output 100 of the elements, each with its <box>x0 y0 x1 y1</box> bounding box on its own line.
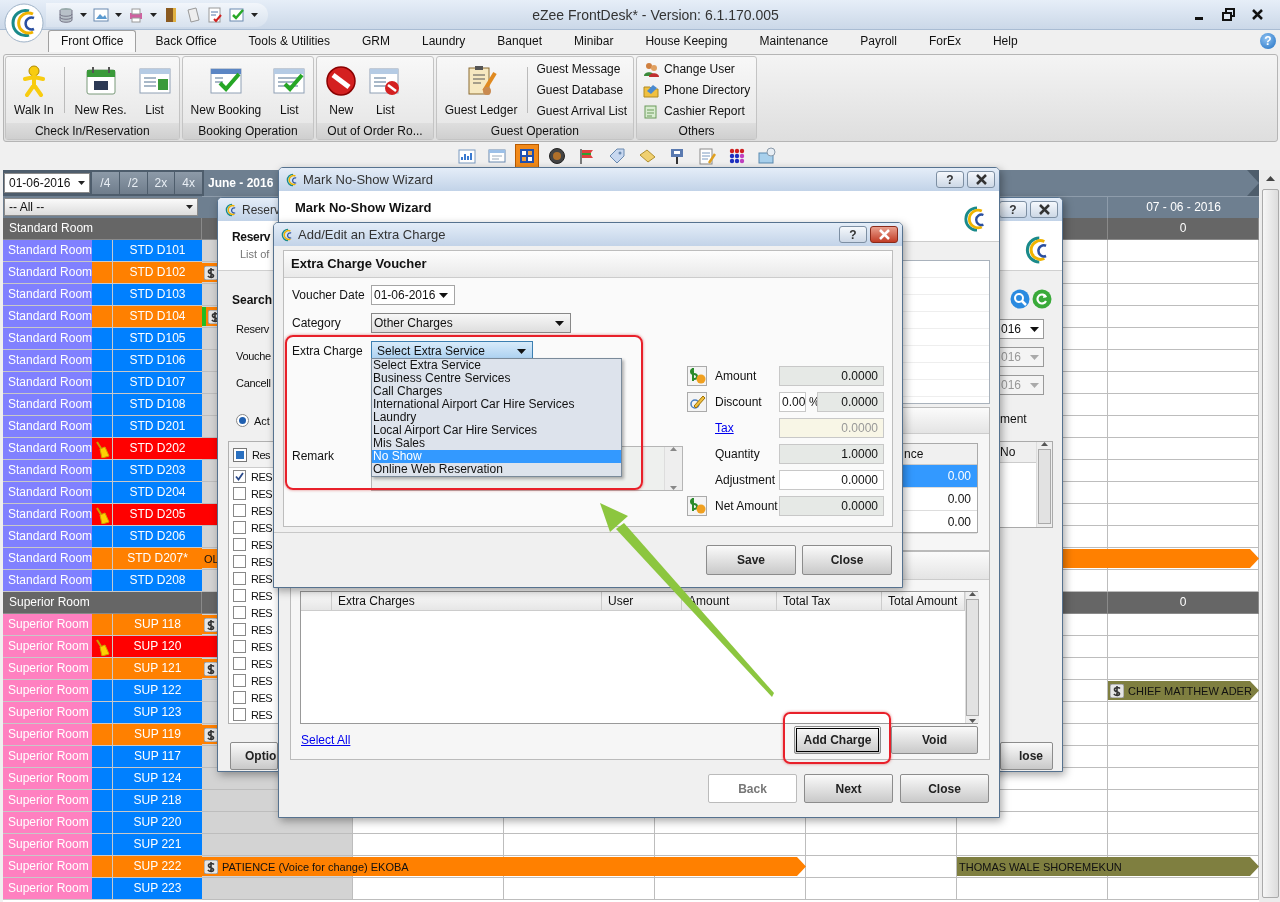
input-field[interactable]: 0.0000 <box>779 470 884 490</box>
room-number[interactable]: SUP 122 <box>112 680 202 702</box>
close-button[interactable] <box>967 171 995 188</box>
dropdown-option[interactable]: Business Centre Services <box>372 372 621 385</box>
menu-tab[interactable]: ForEx <box>915 30 974 52</box>
room-number[interactable]: STD D206 <box>112 526 202 548</box>
help-button[interactable]: ? <box>999 201 1027 218</box>
ribbon-button[interactable]: New <box>321 59 362 121</box>
toolbar-button[interactable] <box>516 145 538 167</box>
dropdown-option[interactable]: Select Extra Service <box>372 359 621 372</box>
room-number[interactable]: SUP 221 <box>112 834 202 856</box>
room-number[interactable]: STD D201 <box>112 416 202 438</box>
room-number[interactable]: SUP 117 <box>112 746 202 768</box>
room-number[interactable]: STD D204 <box>112 482 202 504</box>
room-number[interactable]: STD D106 <box>112 350 202 372</box>
dropdown-option[interactable]: International Airport Car Hire Services <box>372 398 621 411</box>
room-number[interactable]: SUP 223 <box>112 878 202 900</box>
scroll-down-icon[interactable] <box>670 486 677 490</box>
menu-tab[interactable]: Help <box>979 30 1031 52</box>
room-number[interactable]: STD D107 <box>112 372 202 394</box>
caret-icon[interactable] <box>80 12 87 17</box>
logo-icon[interactable] <box>4 3 44 43</box>
select-all-checkbox[interactable] <box>233 447 247 462</box>
scrollbar[interactable] <box>1036 442 1052 527</box>
filter-dropdown[interactable]: -- All -- <box>4 198 198 216</box>
room-number[interactable]: STD D101 <box>112 240 202 262</box>
menu-tab[interactable]: Back Office <box>142 30 230 52</box>
checkbox[interactable] <box>233 470 246 483</box>
room-number[interactable]: STD D203 <box>112 460 202 482</box>
toolbar-button[interactable] <box>546 145 568 167</box>
dialog-button[interactable]: lose <box>1000 742 1053 770</box>
input-field[interactable]: 0.0000 <box>779 366 884 386</box>
restore-icon[interactable] <box>1222 8 1235 21</box>
menu-tab[interactable]: Laundry <box>408 30 479 52</box>
checkbox[interactable] <box>233 623 246 636</box>
search-icon[interactable] <box>1010 289 1030 309</box>
room-number[interactable]: SUP 220 <box>112 812 202 834</box>
checkbox[interactable] <box>233 657 246 670</box>
book-icon[interactable] <box>163 6 179 23</box>
caret-icon[interactable] <box>150 12 157 17</box>
room-number[interactable]: STD D208 <box>112 570 202 592</box>
menu-tab[interactable]: Tools & Utilities <box>235 30 343 52</box>
dropdown-field[interactable]: 01-06-2016 <box>371 285 455 305</box>
close-button[interactable] <box>870 226 898 243</box>
dialog-button[interactable]: Save <box>706 545 796 575</box>
room-number[interactable]: SUP 123 <box>112 702 202 724</box>
help-button[interactable]: ? <box>936 171 964 188</box>
ribbon-button[interactable]: List <box>365 59 406 121</box>
checkbox[interactable] <box>233 674 246 687</box>
input-field[interactable]: 0.0000 <box>779 496 884 516</box>
ribbon-link[interactable]: Guest Database <box>536 83 628 97</box>
room-number[interactable]: SUP 218 <box>112 790 202 812</box>
checkbox[interactable] <box>233 555 246 568</box>
input-field[interactable]: 0.00 <box>779 392 806 412</box>
checkbox[interactable] <box>233 708 246 721</box>
booking-bar[interactable]: CHIEF MATTHEW ADER <box>1108 681 1259 700</box>
date-field[interactable]: 01-06-2016 <box>4 173 90 193</box>
dropdown-option[interactable]: Laundry <box>372 411 621 424</box>
help-button[interactable]: ? <box>839 226 867 243</box>
checkbox[interactable] <box>233 487 246 500</box>
ribbon-button[interactable]: Guest Ledger <box>440 59 522 121</box>
dialog-button[interactable]: Close <box>802 545 892 575</box>
dialog-button[interactable]: Add Charge <box>794 726 881 754</box>
checkbox[interactable] <box>233 572 246 585</box>
dropdown-option[interactable]: Local Airport Car Hire Services <box>372 424 621 437</box>
ribbon-link[interactable]: Guest Message <box>536 62 628 77</box>
ribbon-link[interactable]: Change User <box>643 61 751 78</box>
ribbon-button[interactable]: New Booking <box>186 59 266 121</box>
menu-tab[interactable]: Banquet <box>484 30 556 52</box>
paper-icon[interactable] <box>185 6 201 23</box>
tax-link[interactable]: Tax <box>715 421 779 435</box>
room-number[interactable]: SUP 120 <box>112 636 202 658</box>
refresh-icon[interactable] <box>1032 289 1052 309</box>
scroll-up-icon[interactable] <box>1041 442 1048 446</box>
ribbon-button[interactable]: Walk In <box>10 59 58 121</box>
ribbon-button[interactable]: New Res. <box>70 59 131 121</box>
document-check-icon[interactable] <box>229 6 245 23</box>
dropdown-option[interactable]: Call Charges <box>372 385 621 398</box>
input-field[interactable]: 0.0000 <box>817 392 884 412</box>
close-icon[interactable] <box>1251 8 1264 21</box>
room-number[interactable]: STD D202 <box>112 438 202 460</box>
checkbox[interactable] <box>233 521 246 534</box>
spell-check-icon[interactable] <box>207 6 223 23</box>
input-field[interactable]: 1.0000 <box>779 444 884 464</box>
select-all-link[interactable]: Select All <box>301 733 351 747</box>
menu-tab[interactable]: Payroll <box>847 30 910 52</box>
close-button[interactable] <box>1030 201 1058 218</box>
dropdown-field[interactable]: Select Extra Service <box>371 341 533 361</box>
caret-icon[interactable] <box>251 12 258 17</box>
image-icon[interactable] <box>93 6 109 23</box>
room-number[interactable]: STD D108 <box>112 394 202 416</box>
ribbon-link[interactable]: Guest Arrival List <box>536 103 628 118</box>
caret-icon[interactable] <box>115 12 122 17</box>
room-number[interactable]: STD D205 <box>112 504 202 526</box>
booking-bar[interactable]: THOMAS WALE SHOREMEKUN <box>957 857 1259 876</box>
menu-tab[interactable]: Minibar <box>561 30 627 52</box>
dialog-button[interactable]: Void <box>891 726 978 754</box>
dialog-button[interactable]: Close <box>900 774 989 803</box>
room-number[interactable]: SUP 124 <box>112 768 202 790</box>
menu-tab[interactable]: House Keeping <box>632 30 741 52</box>
